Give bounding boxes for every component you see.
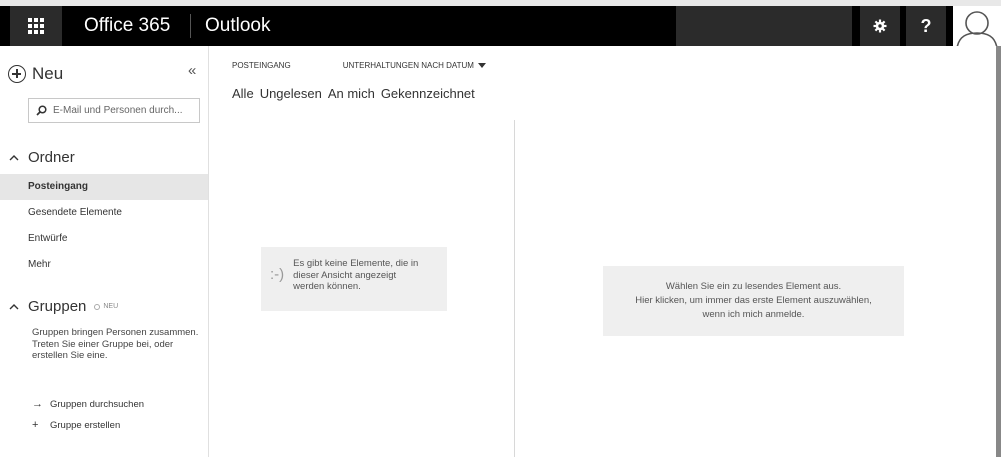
collapse-nav-button[interactable]: « (188, 62, 197, 79)
title-divider (190, 14, 191, 38)
new-dot-icon (94, 303, 101, 310)
left-navigation: Neu « Ordner Posteingang Gesendete Eleme… (0, 46, 209, 457)
reading-pane-line-2: Hier klicken, um immer das erste Element… (635, 295, 872, 306)
suite-name[interactable]: Office 365 (84, 15, 170, 37)
help-button[interactable]: ? (906, 6, 946, 46)
reading-pane-line-3: wenn ich mich anmelde. (702, 309, 805, 320)
plus-circle-icon (8, 65, 26, 83)
search-input[interactable] (53, 105, 193, 116)
new-badge-label: NEU (103, 303, 119, 310)
top-bar: Office 365 Outlook ? (0, 0, 1001, 46)
folder-item-inbox[interactable]: Posteingang (0, 174, 208, 200)
new-button-label: Neu (32, 64, 64, 83)
filter-all[interactable]: Alle (232, 86, 254, 101)
chevron-up-icon (9, 154, 19, 160)
filter-unread[interactable]: Ungelesen (260, 86, 322, 101)
app-launcher-button[interactable] (10, 6, 62, 46)
reading-pane-line-1: Wählen Sie ein zu lesendes Element aus. (665, 281, 842, 292)
smiley-icon: :-) (270, 266, 285, 283)
plus-icon: + (32, 419, 39, 431)
current-folder-title: POSTEINGANG (232, 61, 291, 70)
person-silhouette-icon (956, 11, 998, 46)
gear-icon (873, 19, 887, 33)
message-list: POSTEINGANG UNTERHALTUNGEN NACH DATUM Al… (210, 46, 514, 457)
app-title[interactable]: Outlook (205, 15, 270, 37)
sort-dropdown[interactable]: UNTERHALTUNGEN NACH DATUM (343, 61, 486, 70)
filter-to-me[interactable]: An mich (328, 86, 375, 101)
caret-down-icon (477, 63, 486, 68)
window-edge (996, 46, 1001, 457)
question-mark-icon: ? (920, 15, 932, 36)
new-message-button[interactable]: Neu (8, 62, 63, 86)
list-header: POSTEINGANG UNTERHALTUNGEN NACH DATUM (232, 61, 486, 70)
folders-section-label: Ordner (28, 149, 75, 166)
create-group-link[interactable]: + Gruppe erstellen (32, 419, 120, 431)
empty-list-notice: :-) Es gibt keine Elemente, die in diese… (261, 247, 447, 311)
waffle-grid-icon (28, 18, 44, 34)
chevron-up-icon (9, 303, 19, 309)
filter-bar: Alle Ungelesen An mich Gekennzeichnet (232, 86, 481, 101)
folder-item-sent[interactable]: Gesendete Elemente (0, 200, 208, 226)
reading-pane: Wählen Sie ein zu lesendes Element aus. … (515, 46, 1001, 457)
groups-section-toggle[interactable]: Gruppen NEU (9, 298, 118, 315)
browse-groups-label: Gruppen durchsuchen (50, 398, 145, 410)
folder-item-more[interactable]: Mehr (0, 252, 208, 278)
groups-section-label: Gruppen (28, 298, 87, 315)
settings-button[interactable] (860, 6, 900, 46)
arrow-right-icon: → (32, 398, 43, 410)
groups-description: Gruppen bringen Personen zusammen. Trete… (32, 327, 199, 361)
folder-item-drafts[interactable]: Entwürfe (0, 226, 208, 252)
create-group-label: Gruppe erstellen (50, 419, 121, 431)
new-badge: NEU (94, 303, 118, 310)
sort-label: UNTERHALTUNGEN NACH DATUM (342, 61, 474, 70)
folders-section-toggle[interactable]: Ordner (9, 149, 75, 166)
avatar[interactable] (953, 6, 1001, 46)
empty-list-message: Es gibt keine Elemente, die in dieser An… (293, 258, 419, 292)
search-box[interactable] (28, 98, 200, 123)
search-icon (36, 105, 47, 116)
reading-pane-notice[interactable]: Wählen Sie ein zu lesendes Element aus. … (603, 266, 904, 336)
filter-flagged[interactable]: Gekennzeichnet (381, 86, 475, 101)
topbar-notification-area (676, 6, 852, 46)
browse-groups-link[interactable]: → Gruppen durchsuchen (32, 398, 144, 410)
